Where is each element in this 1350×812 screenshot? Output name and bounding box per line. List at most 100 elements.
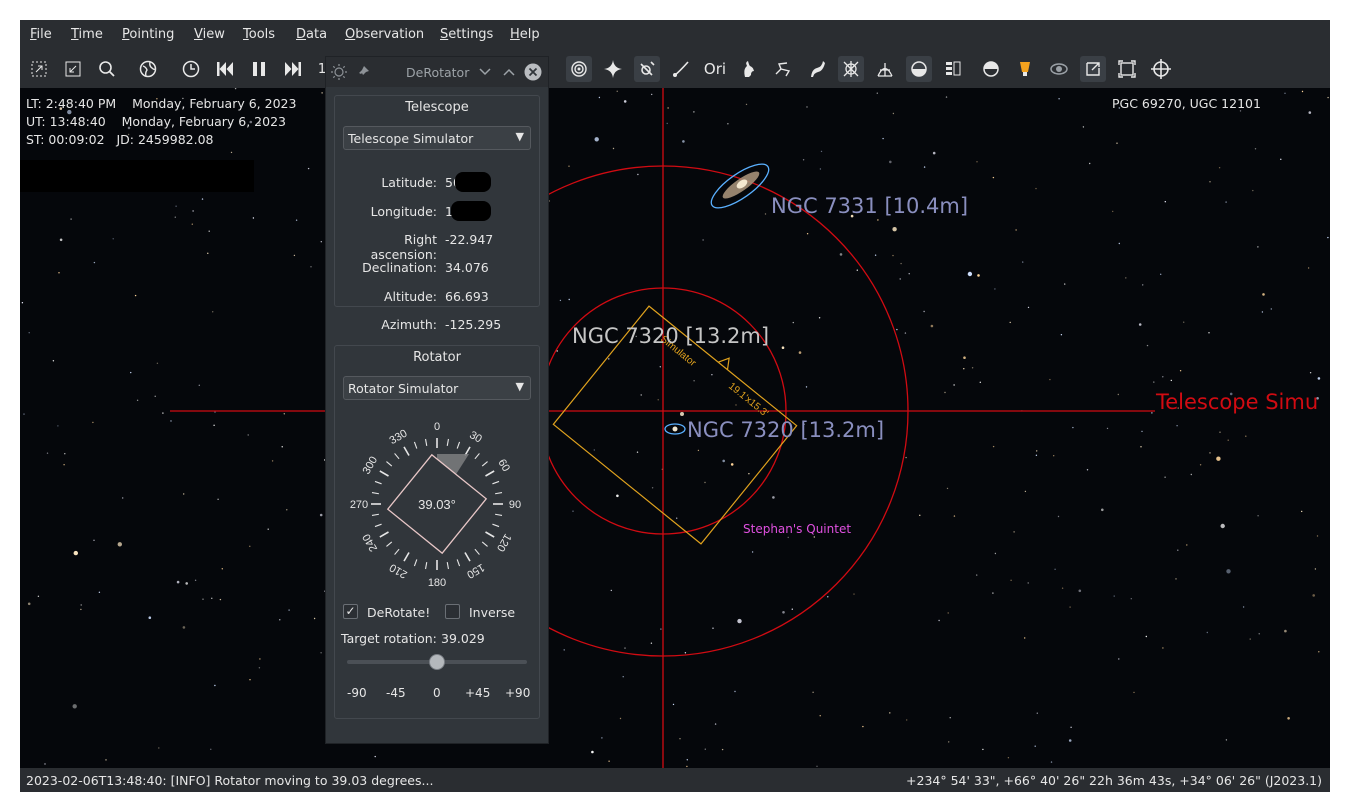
ngc7320-label-center[interactable]: NGC 7320 [13.2m]: [687, 418, 884, 442]
ngc7320-label-top[interactable]: NGC 7320 [13.2m]: [572, 324, 769, 348]
star: [1133, 691, 1135, 694]
rotator-group: Rotator Rotator Simulator ▼ 0 30 60 90 120 15…: [334, 345, 540, 719]
pin-icon[interactable]: [356, 65, 370, 79]
sky-map[interactable]: Simulator 19.1'x15.3' LT: 2:48:40 PM Mon…: [20, 88, 1330, 768]
star: [982, 748, 984, 751]
dial-tick: [474, 548, 480, 555]
step-backward-icon[interactable]: [212, 56, 238, 82]
star: [158, 747, 160, 749]
horizontal-grid-icon[interactable]: [872, 56, 898, 82]
star: [1036, 450, 1038, 452]
milky-way-icon[interactable]: [804, 56, 830, 82]
star: [1049, 378, 1051, 381]
rotation-dial[interactable]: 0 30 60 90 120 150 180 210 240 270 300 330 39.03°: [347, 414, 527, 594]
star: [953, 515, 956, 517]
star: [170, 420, 172, 422]
star: [684, 652, 687, 654]
menu-data[interactable]: Data: [296, 27, 327, 42]
star: [1117, 393, 1120, 396]
menu-file[interactable]: File: [30, 27, 52, 42]
deep-sky-toggle-icon[interactable]: [566, 56, 592, 82]
stars-toggle-icon[interactable]: [600, 56, 626, 82]
lamp-icon[interactable]: [1012, 56, 1038, 82]
star: [198, 384, 200, 386]
star: [702, 239, 704, 241]
star: [105, 759, 107, 761]
chevron-down-icon[interactable]: [478, 67, 492, 77]
solar-system-toggle-icon[interactable]: [634, 56, 660, 82]
star: [1175, 578, 1177, 580]
star: [313, 617, 316, 620]
hips-overlay-icon[interactable]: [1046, 56, 1072, 82]
dial-label: 0: [434, 421, 440, 433]
inverse-checkbox[interactable]: [445, 604, 460, 619]
slider-handle[interactable]: [429, 654, 445, 670]
star: [945, 96, 948, 98]
star: [737, 618, 742, 624]
star: [624, 647, 626, 649]
star: [876, 92, 878, 94]
rotator-group-title: Rotator: [413, 350, 461, 365]
menu-help[interactable]: Help: [510, 27, 540, 42]
star: [1022, 261, 1024, 263]
star: [249, 545, 251, 547]
menu-pointing[interactable]: Pointing: [122, 27, 174, 42]
star: [1318, 651, 1320, 653]
search-icon[interactable]: [94, 56, 120, 82]
menu-view[interactable]: View: [194, 27, 225, 42]
star: [112, 238, 114, 240]
stephans-quintet-label[interactable]: Stephan's Quintet: [743, 522, 851, 536]
rotation-slider[interactable]: [347, 654, 527, 670]
star: [721, 748, 724, 751]
moon-phase-icon[interactable]: [978, 56, 1004, 82]
globe-icon[interactable]: [135, 56, 161, 82]
menu-observation[interactable]: Observation: [345, 27, 424, 42]
telescope-label[interactable]: Telescope Simu: [1156, 390, 1318, 414]
constellation-lines-icon[interactable]: [770, 56, 796, 82]
derotator-titlebar[interactable]: DeRotator: [326, 57, 548, 87]
star: [593, 449, 595, 451]
azimuth-label: Azimuth:: [381, 317, 437, 332]
star: [217, 498, 219, 500]
star: [659, 366, 661, 368]
crosshair-icon[interactable]: [1148, 56, 1174, 82]
constellation-art-icon[interactable]: [736, 56, 762, 82]
fov-symbols-icon[interactable]: [1114, 56, 1140, 82]
menu-tools[interactable]: Tools: [243, 27, 275, 42]
telescope-device-select[interactable]: Telescope Simulator ▼: [343, 126, 531, 150]
star: [1036, 712, 1038, 714]
derotate-checkbox[interactable]: ✓: [343, 604, 358, 619]
ngc7331-label[interactable]: NGC 7331 [10.4m]: [771, 194, 968, 218]
pause-icon[interactable]: [246, 56, 272, 82]
star: [202, 598, 204, 600]
star: [1027, 582, 1029, 584]
close-icon[interactable]: [524, 63, 542, 81]
step-forward-icon[interactable]: [280, 56, 306, 82]
star: [1086, 469, 1089, 471]
star: [1254, 148, 1257, 150]
zoom-fit-icon[interactable]: [26, 56, 52, 82]
menu-settings[interactable]: Settings: [440, 27, 493, 42]
star: [1225, 739, 1228, 741]
constellation-names-icon[interactable]: Ori: [702, 56, 728, 82]
star: [616, 90, 618, 92]
star: [1252, 189, 1254, 192]
star: [1308, 111, 1312, 114]
coordinate-grid-icon[interactable]: [838, 56, 864, 82]
clock-icon[interactable]: [178, 56, 204, 82]
chevron-up-icon[interactable]: [502, 67, 516, 77]
zoom-select-icon[interactable]: [60, 56, 86, 82]
star: [856, 269, 858, 271]
star: [782, 611, 785, 614]
star: [1284, 629, 1287, 633]
rotator-device-select[interactable]: Rotator Simulator ▼: [343, 376, 531, 400]
star: [1027, 306, 1030, 309]
comets-toggle-icon[interactable]: [668, 56, 694, 82]
export-image-icon[interactable]: [1080, 56, 1106, 82]
ekos-icon[interactable]: [940, 56, 966, 82]
star: [1058, 98, 1060, 100]
star: [230, 151, 233, 154]
ground-toggle-icon[interactable]: [906, 56, 932, 82]
star: [657, 399, 659, 401]
menu-time[interactable]: Time: [71, 27, 103, 42]
